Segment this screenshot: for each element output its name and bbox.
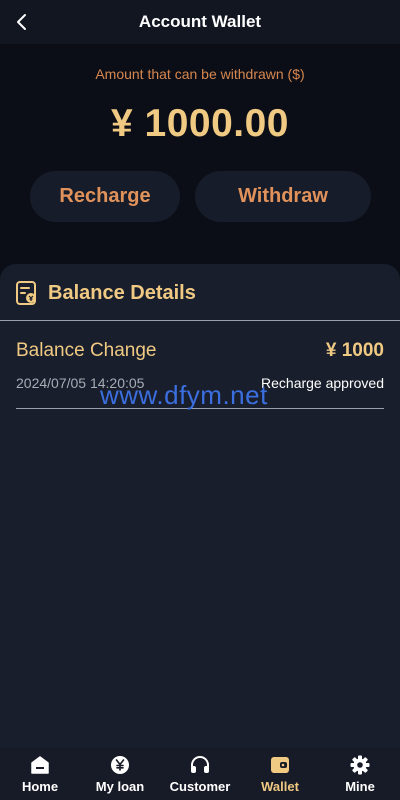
- tab-home[interactable]: Home: [0, 748, 80, 800]
- page-title: Account Wallet: [138, 12, 262, 31]
- ledger-icon: [16, 281, 36, 305]
- entry-title: Balance Change: [16, 340, 157, 361]
- bottom-tab-bar: Home My loan Customer Wallet Mine: [0, 748, 400, 800]
- watermark-text: www.dfym.net: [100, 380, 268, 410]
- tab-my-loan[interactable]: My loan: [80, 748, 160, 800]
- withdrawable-label: Amount that can be withdrawn ($): [95, 66, 305, 82]
- entry-status: Recharge approved: [261, 375, 384, 391]
- header-bar: Account Wallet: [0, 0, 400, 44]
- home-icon: [31, 756, 49, 774]
- balance-details-header: Balance Details: [0, 264, 400, 321]
- headset-icon: [191, 756, 209, 773]
- chevron-left-icon: [17, 14, 26, 30]
- tab-label: Customer: [169, 779, 231, 794]
- tab-wallet[interactable]: Wallet: [240, 748, 320, 800]
- tab-label: Home: [21, 779, 59, 794]
- yen-coin-icon: [111, 756, 129, 774]
- gear-icon: [350, 755, 370, 775]
- tab-label: My loan: [95, 779, 145, 794]
- wallet-icon: [271, 757, 289, 773]
- tab-label: Wallet: [261, 779, 299, 794]
- balance-details-panel: Balance Details Balance Change ¥ 1000 20…: [0, 264, 400, 748]
- tab-customer[interactable]: Customer: [160, 748, 240, 800]
- withdraw-button[interactable]: Withdraw: [195, 171, 371, 222]
- tab-label: Mine: [345, 779, 375, 794]
- back-button[interactable]: [10, 10, 34, 34]
- balance-details-title: Balance Details: [48, 282, 196, 304]
- tab-mine[interactable]: Mine: [320, 748, 400, 800]
- entry-amount: ¥ 1000: [325, 340, 384, 361]
- recharge-button[interactable]: Recharge: [30, 171, 180, 222]
- withdrawable-amount: ¥ 1000.00: [110, 102, 289, 145]
